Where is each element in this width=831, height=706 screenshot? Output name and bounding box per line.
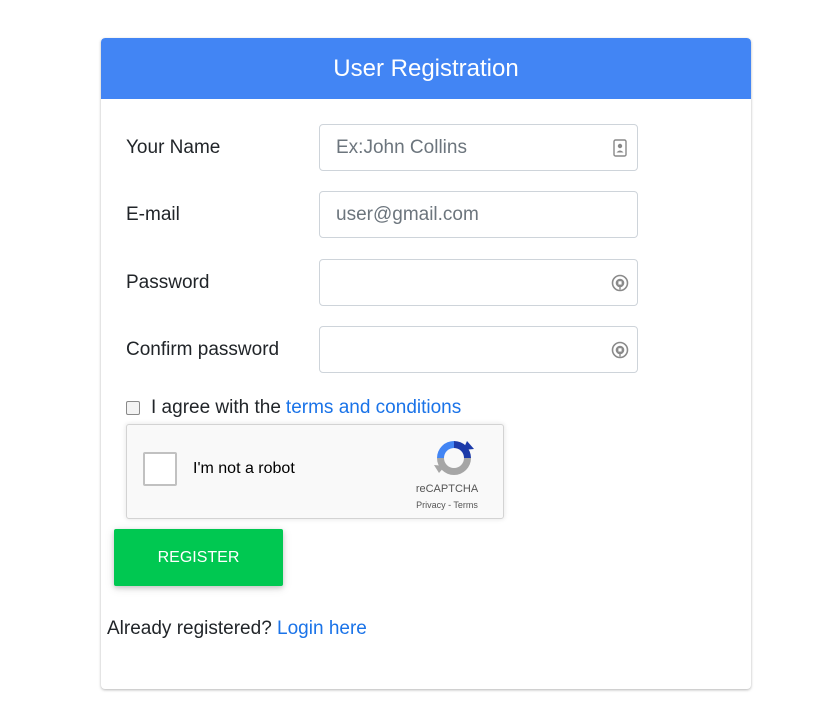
recaptcha-privacy-terms[interactable]: Privacy - Terms [407,500,487,510]
confirm-password-input[interactable] [320,327,637,372]
password-input[interactable] [320,260,637,305]
terms-text: I agree with the [151,397,281,418]
terms-checkbox[interactable] [126,401,140,415]
recaptcha-label: I'm not a robot [193,460,295,477]
password-field-wrapper [319,259,638,306]
email-field-wrapper [319,191,638,238]
name-row: Your Name [101,124,751,171]
confirm-password-field-wrapper [319,326,638,373]
login-link[interactable]: Login here [277,618,367,639]
card-header: User Registration [101,38,751,99]
email-row: E-mail [101,191,751,238]
contact-card-icon[interactable] [611,139,629,157]
recaptcha-logo-icon [433,437,475,479]
password-row: Password [101,259,751,306]
registration-card: User Registration Your Name E-mail Passw… [101,38,751,689]
page-title: User Registration [333,54,519,82]
name-input[interactable] [320,125,637,170]
recaptcha-checkbox[interactable] [143,452,177,486]
email-input[interactable] [320,192,637,237]
name-label: Your Name [126,137,221,158]
terms-agreement: I agree with the terms and conditions [126,396,461,420]
email-label: E-mail [126,204,180,225]
login-prompt-text: Already registered? [107,618,272,639]
recaptcha-widget: I'm not a robot reCAPTCHA Privacy - Term… [126,424,504,519]
password-key-icon[interactable] [611,341,629,359]
confirm-password-row: Confirm password [101,326,751,373]
password-label: Password [126,272,210,293]
confirm-password-label: Confirm password [126,339,280,360]
name-field-wrapper [319,124,638,171]
terms-link[interactable]: terms and conditions [286,397,461,419]
register-button[interactable]: REGISTER [114,529,283,586]
login-prompt: Already registered? Login here [107,618,367,640]
password-key-icon[interactable] [611,274,629,292]
recaptcha-brand: reCAPTCHA [415,483,479,495]
